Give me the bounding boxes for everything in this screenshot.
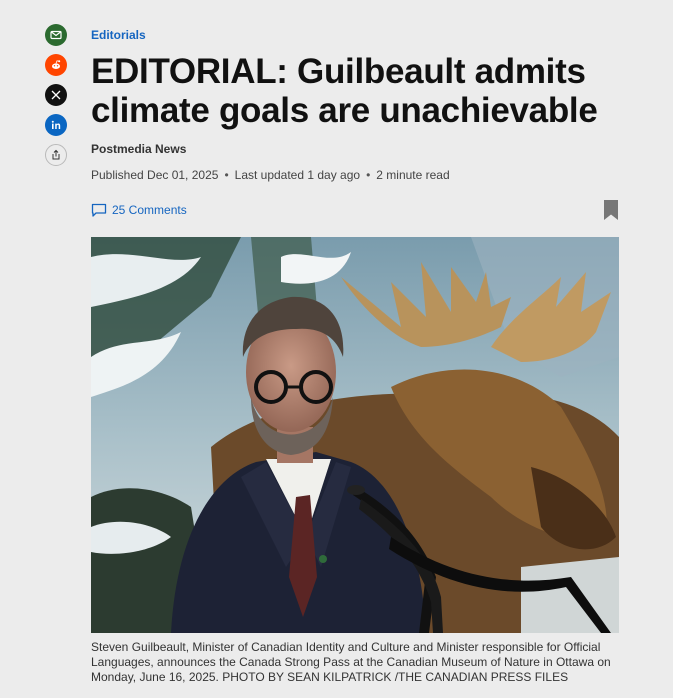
x-share-button[interactable]: [45, 84, 67, 106]
linkedin-icon: [51, 120, 61, 129]
article-header: Editorials EDITORIAL: Guilbeault admits …: [91, 26, 619, 222]
comments-link[interactable]: 25 Comments: [91, 202, 187, 218]
email-share-button[interactable]: [45, 24, 67, 46]
photo-minister-moose: [91, 237, 619, 633]
image-caption: Steven Guilbeault, Minister of Canadian …: [91, 640, 611, 684]
linkedin-share-button[interactable]: [45, 114, 67, 136]
email-icon: [50, 30, 62, 40]
article-meta: Published Dec 01, 2025 • Last updated 1 …: [91, 168, 619, 182]
hero-image[interactable]: [91, 237, 619, 633]
headline: EDITORIAL: Guilbeault admits climate goa…: [91, 52, 598, 130]
bookmark-icon[interactable]: [603, 199, 619, 221]
read-time: 2 minute read: [376, 168, 450, 182]
share-icon: [52, 149, 60, 160]
published-date: Published Dec 01, 2025: [91, 168, 219, 182]
section-link[interactable]: Editorials: [91, 28, 146, 42]
more-share-button[interactable]: [45, 144, 67, 166]
separator: •: [366, 168, 371, 182]
article-actions: 25 Comments: [91, 198, 619, 222]
x-icon: [51, 90, 61, 100]
reddit-icon: [52, 60, 61, 69]
reddit-share-button[interactable]: [45, 54, 67, 76]
comment-icon: [91, 203, 107, 217]
byline[interactable]: Postmedia News: [91, 142, 619, 156]
last-updated: Last updated 1 day ago: [234, 168, 361, 182]
share-rail: [45, 24, 67, 166]
comments-count[interactable]: 25 Comments: [112, 203, 187, 217]
separator: •: [224, 168, 229, 182]
